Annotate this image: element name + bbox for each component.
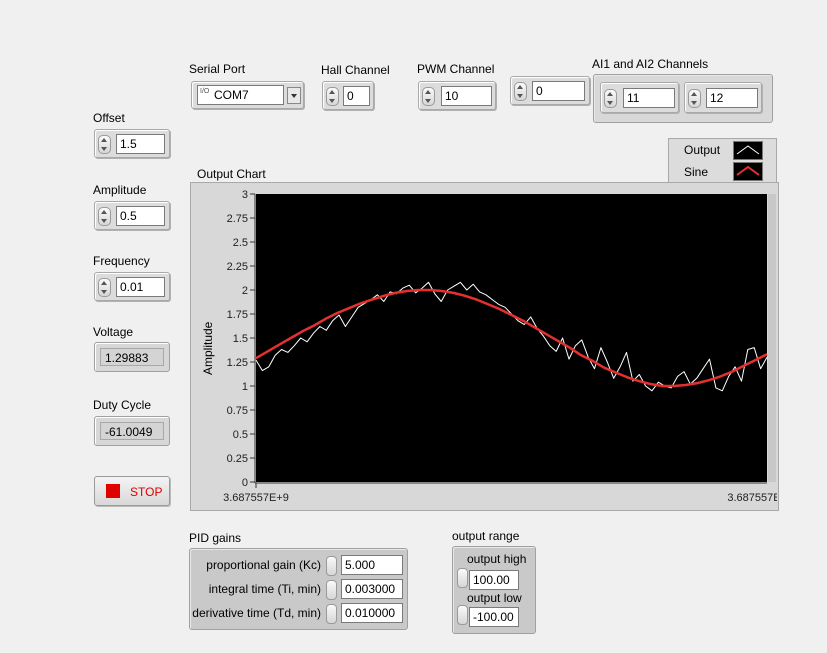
- chart-scrollbar: [768, 194, 776, 482]
- numeric-input[interactable]: 0: [532, 81, 585, 101]
- amplitude-label: Amplitude: [93, 183, 147, 197]
- output-low-spinner-icon[interactable]: [457, 605, 468, 625]
- hall-channel-input[interactable]: 0: [343, 86, 370, 106]
- hall-channel-spinner-icon[interactable]: [326, 87, 339, 106]
- proportional-gain-input[interactable]: 5.000: [341, 555, 403, 575]
- frequency-control: 0.01: [94, 272, 170, 301]
- pwm-channel-label: PWM Channel: [417, 62, 495, 76]
- pid-row: derivative time (Td, min) 0.010000: [192, 602, 403, 624]
- y-tick-label: 0.75: [227, 405, 248, 417]
- ai-channels-array: 11 12: [593, 74, 773, 123]
- ai1-channel-input[interactable]: 11: [623, 88, 675, 108]
- integral-time-label: integral time (Ti, min): [208, 582, 321, 596]
- chart-legend: Output Sine: [668, 138, 777, 184]
- derivative-time-spinner-icon[interactable]: [326, 604, 337, 624]
- y-tick-label: 1.25: [227, 357, 248, 369]
- ai2-spinner-icon[interactable]: [688, 89, 701, 108]
- y-tick-label: 1.75: [227, 309, 248, 321]
- stop-button-label: STOP: [130, 485, 163, 499]
- legend-label-sine: Sine: [684, 165, 709, 179]
- frequency-label: Frequency: [93, 254, 150, 268]
- numeric-control: 0: [510, 76, 590, 105]
- integral-time-input[interactable]: 0.003000: [341, 579, 403, 599]
- output-high-label: output high: [467, 552, 527, 566]
- chevron-down-icon: [291, 94, 297, 98]
- stop-button[interactable]: STOP: [94, 476, 170, 506]
- output-chart[interactable]: 0 0.25 0.5 0.75 1 1.25 1.5 1.75 2 2.25 2.5 2.75 3 3.6…: [190, 182, 777, 509]
- chart-y-axis-label: Amplitude: [201, 321, 215, 375]
- duty-cycle-indicator: -61.0049: [94, 416, 170, 446]
- proportional-gain-spinner-icon[interactable]: [326, 556, 337, 576]
- ai-channels-label: AI1 and AI2 Channels: [592, 57, 709, 71]
- pid-gains-label: PID gains: [189, 531, 242, 545]
- amplitude-input[interactable]: 0.5: [116, 206, 165, 226]
- hall-channel-control: 0: [322, 81, 374, 110]
- ai2-channel-input[interactable]: 12: [706, 88, 758, 108]
- y-tick-label: 2.75: [227, 213, 248, 225]
- x-tick-label: 3.687557E+9: [223, 492, 289, 504]
- ai1-spinner-icon[interactable]: [604, 89, 617, 108]
- y-tick-label: 2.25: [227, 261, 248, 273]
- amplitude-spinner-icon[interactable]: [98, 207, 111, 226]
- proportional-gain-label: proportional gain (Kc): [206, 558, 321, 572]
- output-range-cluster: output high 100.00 output low -100.00: [452, 546, 536, 634]
- duty-cycle-value: -61.0049: [100, 422, 164, 440]
- numeric-spinner-icon[interactable]: [514, 82, 527, 101]
- chart-title: Output Chart: [197, 167, 266, 181]
- y-tick-label: 0.5: [233, 429, 248, 441]
- derivative-time-label: derivative time (Td, min): [192, 606, 321, 620]
- frequency-input[interactable]: 0.01: [116, 277, 165, 297]
- duty-cycle-label: Duty Cycle: [93, 398, 152, 412]
- hall-channel-label: Hall Channel: [321, 63, 390, 77]
- y-tick-label: 2: [242, 285, 248, 297]
- offset-spinner-icon[interactable]: [98, 135, 111, 154]
- legend-label-output: Output: [684, 143, 721, 157]
- y-tick-label: 1: [242, 381, 248, 393]
- io-icon: I/O: [200, 88, 210, 95]
- output-range-label: output range: [452, 529, 520, 543]
- voltage-value: 1.29883: [100, 348, 164, 366]
- ai2-channel-control: 12: [684, 82, 762, 113]
- serial-port-value: COM7: [214, 88, 249, 102]
- offset-label: Offset: [93, 111, 125, 125]
- legend-swatch-sine[interactable]: [733, 162, 763, 181]
- output-low-label: output low: [467, 591, 522, 605]
- pwm-channel-spinner-icon[interactable]: [422, 87, 435, 106]
- stop-led-icon: [106, 484, 120, 498]
- pwm-channel-control: 10: [418, 81, 496, 110]
- pid-row: proportional gain (Kc) 5.000: [193, 554, 403, 576]
- y-tick-label: 2.5: [233, 237, 248, 249]
- serial-port-field[interactable]: I/O COM7: [197, 85, 284, 105]
- pid-gains-cluster: proportional gain (Kc) 5.000 integral ti…: [189, 548, 408, 630]
- serial-port-control: I/O COM7: [191, 81, 304, 109]
- pid-row: integral time (Ti, min) 0.003000: [193, 578, 403, 600]
- voltage-indicator: 1.29883: [94, 342, 170, 372]
- integral-time-spinner-icon[interactable]: [326, 580, 337, 600]
- y-tick-label: 3: [242, 189, 248, 201]
- legend-swatch-output[interactable]: [733, 141, 763, 160]
- serial-port-label: Serial Port: [189, 62, 246, 76]
- x-tick-label: 3.687557E+: [727, 492, 777, 504]
- frequency-spinner-icon[interactable]: [98, 278, 111, 297]
- output-high-spinner-icon[interactable]: [457, 568, 468, 588]
- offset-input[interactable]: 1.5: [116, 134, 165, 154]
- y-tick-label: 0: [242, 477, 248, 489]
- y-tick-label: 0.25: [227, 453, 248, 465]
- y-tick-label: 1.5: [233, 333, 248, 345]
- derivative-time-input[interactable]: 0.010000: [341, 603, 403, 623]
- amplitude-control: 0.5: [94, 201, 170, 230]
- output-high-input[interactable]: 100.00: [469, 570, 519, 590]
- serial-port-dropdown-button[interactable]: [287, 87, 301, 104]
- voltage-label: Voltage: [93, 325, 134, 339]
- output-low-input[interactable]: -100.00: [469, 607, 519, 627]
- ai1-channel-control: 11: [600, 82, 679, 113]
- plot-area: [256, 194, 767, 482]
- offset-control: 1.5: [94, 129, 170, 158]
- pwm-channel-input[interactable]: 10: [441, 86, 492, 106]
